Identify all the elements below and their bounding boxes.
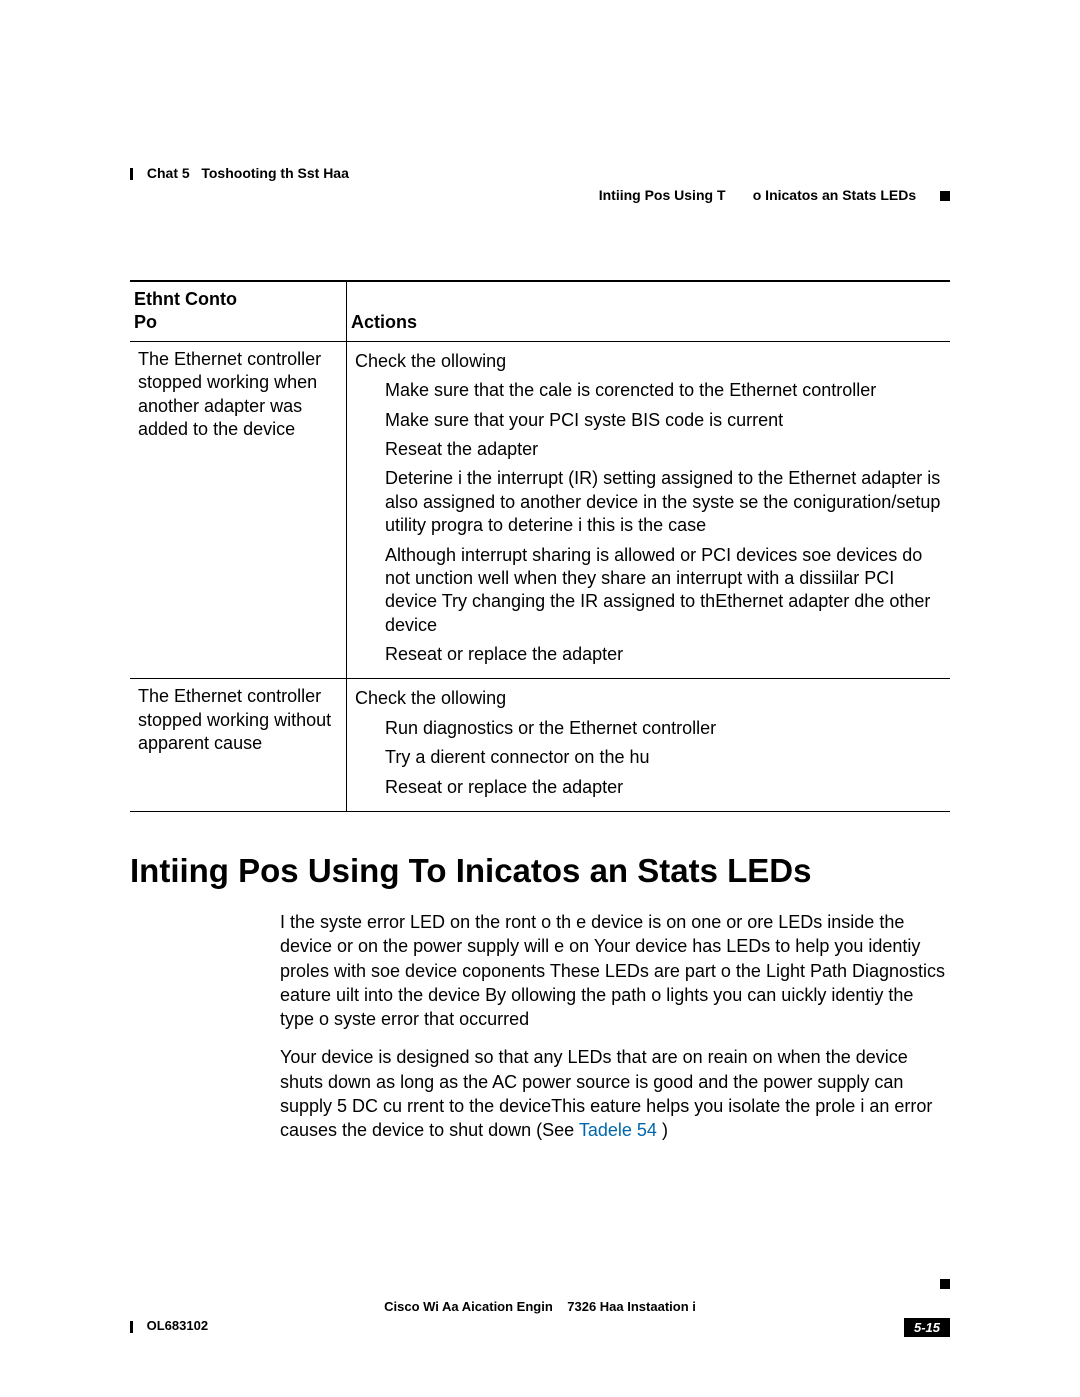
page-body: Ethnt Conto Po Actions The Ethernet cont… xyxy=(0,0,1080,1217)
page-header: Chat 5 Toshooting th Sst Haa Intiing Pos… xyxy=(130,165,950,181)
footer-square-icon xyxy=(940,1279,950,1289)
footer-row: OL683102 5-15 xyxy=(130,1318,950,1333)
page-footer: Cisco Wi Aa Aication Engin 7326 Haa Inst… xyxy=(130,1299,950,1337)
header-tick xyxy=(130,168,133,180)
section-para-2: Your device is designed so that any LEDs… xyxy=(280,1045,950,1142)
table-row: The Ethernet controller stopped working … xyxy=(130,341,950,679)
doc-number: OL683102 xyxy=(147,1318,208,1333)
section-heading: Intiing Pos Using To Inicatos an Stats L… xyxy=(130,852,950,890)
action-item: Make sure that the cale is corencted to … xyxy=(385,379,942,402)
action-item: Reseat the adapter xyxy=(385,438,942,461)
action-item: Reseat or replace the adapter xyxy=(385,776,942,799)
section-path: Intiing Pos Using T o Inicatos an Stats … xyxy=(599,187,950,203)
action-item: Reseat or replace the adapter xyxy=(385,643,942,666)
actions-lead: Check the ollowing xyxy=(355,350,942,373)
th-actions-label: Actions xyxy=(351,312,417,332)
troubleshooting-table: Ethnt Conto Po Actions The Ethernet cont… xyxy=(130,280,950,812)
para2-b: ) xyxy=(662,1120,668,1140)
footer-tick xyxy=(130,1321,133,1333)
action-item: Although interrupt sharing is allowed or… xyxy=(385,544,942,638)
table-row: The Ethernet controller stopped working … xyxy=(130,679,950,812)
footer-title: Cisco Wi Aa Aication Engin 7326 Haa Inst… xyxy=(130,1299,950,1314)
td-actions: Check the ollowing Make sure that the ca… xyxy=(347,341,951,679)
chapter-label: Chat 5 Toshooting th Sst Haa xyxy=(147,165,349,181)
section-path-left: Intiing Pos Using T xyxy=(599,187,726,203)
action-item: Deterine i the interrupt (IR) setting as… xyxy=(385,467,942,537)
section-para-1: I the syste error LED on the ront o th e… xyxy=(280,910,950,1031)
th-problem: Ethnt Conto Po xyxy=(130,281,347,341)
action-item: Run diagnostics or the Ethernet controll… xyxy=(385,717,942,740)
actions-lead: Check the ollowing xyxy=(355,687,942,710)
action-item: Try a dierent connector on the hu xyxy=(385,746,942,769)
page-number: 5-15 xyxy=(904,1318,950,1337)
footer-title-right: 7326 Haa Instaation i xyxy=(567,1299,696,1314)
chapter-title: Toshooting th Sst Haa xyxy=(201,165,349,181)
footer-title-left: Cisco Wi Aa Aication Engin xyxy=(384,1299,553,1314)
table-ref-link[interactable]: Tadele 54 xyxy=(579,1120,657,1140)
header-square-icon xyxy=(940,191,950,201)
section-path-right: o Inicatos an Stats LEDs xyxy=(753,187,916,203)
td-problem: The Ethernet controller stopped working … xyxy=(130,341,347,679)
td-actions: Check the ollowing Run diagnostics or th… xyxy=(347,679,951,812)
th-actions: Actions xyxy=(347,281,951,341)
chapter-num: Chat 5 xyxy=(147,165,190,181)
th-problem-l2: Po xyxy=(134,311,342,334)
action-item: Make sure that your PCI syste BIS code i… xyxy=(385,409,942,432)
td-problem: The Ethernet controller stopped working … xyxy=(130,679,347,812)
th-problem-l1: Ethnt Conto xyxy=(134,288,342,311)
